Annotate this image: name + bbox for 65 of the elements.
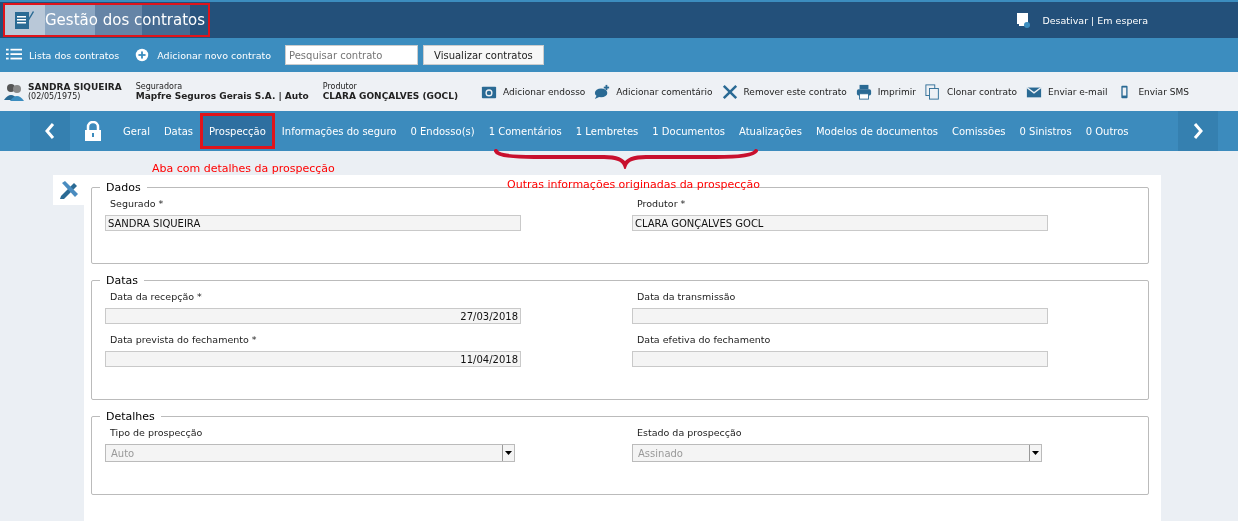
action-link[interactable]: Remover este contrato [721,83,847,100]
client-name: SANDRA SIQUEIRA [28,82,122,92]
input-field[interactable]: 11/04/2018 [105,351,521,367]
field-label: Segurado * [109,198,165,211]
section-title: Datas [105,274,139,287]
field-label: Data efetiva do fechamento [636,334,772,347]
tab[interactable]: Atualizações [732,111,809,151]
field-label: Data prevista do fechamento * [109,334,258,347]
tab[interactable]: 1 Comentários [481,111,569,151]
view-contracts-button[interactable]: Visualizar contratos [423,45,544,65]
app-title: Gestão dos contratos [45,11,205,29]
producer-label: Produtor [322,82,358,91]
input-field[interactable] [632,351,1048,367]
toolbar-link[interactable]: Lista dos contratos [5,47,120,63]
document-check-icon [1016,12,1031,28]
birth-date: (02/05/1975) [28,92,81,101]
tab[interactable]: 1 Lembretes [568,111,646,151]
caret-icon [1032,451,1039,455]
annotation-text: Outras informações originadas da prospecção [507,178,760,191]
people-icon [4,81,24,102]
chevron-left-icon[interactable] [45,123,55,139]
status-link[interactable]: Desativar | Em espera [1042,14,1148,26]
producer-name: CLARA GONÇALVES (GOCL) [322,91,459,101]
pencil-ruler-icon [58,180,79,200]
insurer-name: Mapfre Seguros Gerais S.A. | Auto [135,91,309,101]
printer-icon [855,83,872,100]
tab[interactable]: 0 Sinistros [1012,111,1079,151]
side-tab[interactable] [53,175,84,205]
field-label: Tipo de prospecção [109,427,204,440]
input-field[interactable]: CLARA GONÇALVES GOCL [632,215,1048,231]
search-field[interactable]: Pesquisar contrato [285,45,419,65]
lock-icon [84,121,102,141]
input-field[interactable] [632,308,1048,324]
input-field[interactable]: SANDRA SIQUEIRA [105,215,521,231]
document-pen-icon [13,9,35,31]
input-field[interactable]: 27/03/2018 [105,308,521,324]
insurer-label: Seguradora [135,82,184,91]
tab[interactable]: Comissões [944,111,1013,151]
chevron-right-icon[interactable] [1193,123,1203,139]
tab[interactable]: 1 Documentos [645,111,732,151]
cross-icon [721,83,738,100]
field-label: Data da transmissão [636,291,737,304]
annotation-text: Aba com detalhes da prospecção [152,162,335,175]
section-title: Detalhes [105,410,156,423]
tab[interactable]: Geral [116,111,157,151]
action-link[interactable]: Adicionar comentário [594,83,713,100]
tab[interactable]: Modelos de documentos [808,111,945,151]
tab[interactable]: 0 Endosso(s) [403,111,482,151]
comment-icon [594,83,611,100]
field-label: Estado da prospecção [636,427,743,440]
section-title: Dados [105,181,142,194]
tab[interactable]: 0 Outros [1078,111,1136,151]
tab[interactable]: Prospecção [200,113,275,149]
action-link[interactable]: Adicionar endosso [481,83,586,100]
tab[interactable]: Datas [156,111,200,151]
caret-icon [505,451,512,455]
copy-icon [925,83,941,100]
tab[interactable]: Informações do seguro [274,111,404,151]
action-link[interactable]: Enviar SMS [1116,83,1189,100]
action-link[interactable]: Imprimir [855,83,916,100]
action-link[interactable]: Clonar contrato [925,83,1018,100]
toolbar-link[interactable]: Adicionar novo contrato [133,47,272,63]
field-label: Produtor * [636,198,687,211]
field-label: Data da recepção * [109,291,203,304]
action-link[interactable]: Enviar e-mail [1026,83,1108,100]
